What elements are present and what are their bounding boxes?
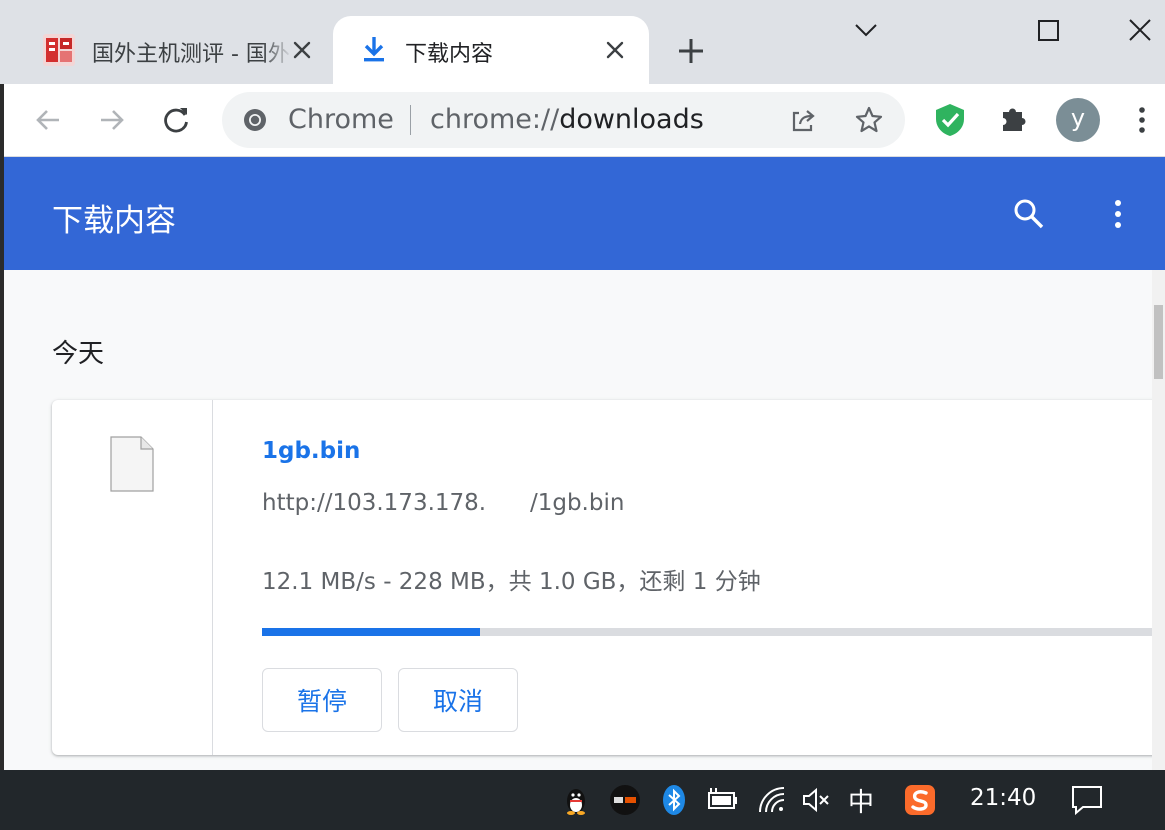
downloads-page: 下载内容 今天 1gb.bin http://103.173.178. /1gb… [4, 157, 1165, 770]
downloads-app-bar: 下载内容 [4, 157, 1165, 270]
tab-title: 国外主机测评 - 国外VPS，国外服务器，国外主机，测评及优惠码 [92, 42, 292, 67]
tab-search-chevron-down-icon[interactable] [846, 14, 886, 48]
extensions-puzzle-icon[interactable] [996, 102, 1032, 138]
download-progress-fill [262, 628, 481, 636]
tab-strip: 国外主机测评 - 国外VPS，国外服务器，国外主机，测评及优惠码 下载内容 [0, 0, 1165, 84]
chrome-logo-icon [242, 107, 268, 133]
bluetooth-icon[interactable] [658, 784, 690, 816]
sogou-input-icon[interactable] [904, 784, 936, 816]
new-tab-plus-icon[interactable] [676, 36, 706, 66]
windows-taskbar: 中 21:40 [0, 770, 1165, 830]
more-options-kebab-icon[interactable] [1104, 197, 1132, 231]
download-item-card: 1gb.bin http://103.173.178. /1gb.bin 12.… [52, 400, 1165, 755]
tab-downloads[interactable]: 下载内容 [333, 16, 649, 84]
search-icon[interactable] [1012, 197, 1046, 231]
origin-chip: Chrome [288, 104, 394, 135]
download-file-name-link[interactable]: 1gb.bin [262, 438, 360, 464]
back-arrow-icon[interactable] [32, 104, 64, 136]
profile-avatar[interactable]: y [1056, 98, 1100, 142]
browser-toolbar: Chrome chrome://downloads y [0, 84, 1165, 156]
qq-penguin-icon[interactable] [560, 784, 592, 816]
file-icon [110, 436, 154, 492]
cancel-button[interactable]: 取消 [398, 668, 518, 732]
scrollbar-thumb[interactable] [1154, 305, 1163, 379]
forward-arrow-icon[interactable] [96, 104, 128, 136]
tab-hosting-review[interactable]: 国外主机测评 - 国外VPS，国外服务器，国外主机，测评及优惠码 [28, 16, 333, 84]
maximize-window-icon[interactable] [1028, 14, 1068, 48]
tab-close-icon[interactable] [290, 38, 314, 62]
download-progress-bar [262, 628, 1165, 636]
close-window-icon[interactable] [1120, 14, 1160, 48]
shield-check-extension-icon[interactable] [932, 102, 968, 138]
url-host: downloads [559, 104, 704, 135]
page-scrollbar[interactable] [1152, 270, 1165, 770]
tab-close-icon[interactable] [603, 38, 627, 62]
battery-charging-icon[interactable] [705, 784, 737, 816]
wifi-icon[interactable] [756, 784, 788, 816]
download-icon [357, 33, 391, 67]
taskbar-clock[interactable]: 21:40 [970, 785, 1036, 811]
url-scheme: chrome:// [430, 104, 560, 135]
ime-mode-indicator[interactable]: 中 [848, 782, 874, 819]
url-text[interactable]: chrome://downloads [430, 104, 704, 135]
page-title: 下载内容 [52, 203, 176, 239]
omnibox-divider [410, 105, 411, 135]
reload-icon[interactable] [160, 104, 192, 136]
download-status-text: 12.1 MB/s - 228 MB，共 1.0 GB，还剩 1 分钟 [262, 569, 761, 595]
browser-menu-kebab-icon[interactable] [1128, 104, 1156, 136]
date-section-header: 今天 [52, 339, 105, 369]
volume-muted-icon[interactable] [800, 784, 832, 816]
site-favicon-icon [42, 33, 76, 67]
share-icon[interactable] [788, 105, 818, 135]
tab-title: 下载内容 [405, 42, 494, 67]
address-bar[interactable]: Chrome chrome://downloads [222, 92, 905, 148]
bookmark-star-icon[interactable] [854, 105, 884, 135]
download-item-icon-column [52, 400, 213, 755]
hosting-tray-icon[interactable] [609, 784, 641, 816]
action-center-notification-icon[interactable] [1070, 784, 1102, 816]
pause-button[interactable]: 暂停 [262, 668, 382, 732]
download-source-url[interactable]: http://103.173.178. /1gb.bin [262, 490, 624, 516]
